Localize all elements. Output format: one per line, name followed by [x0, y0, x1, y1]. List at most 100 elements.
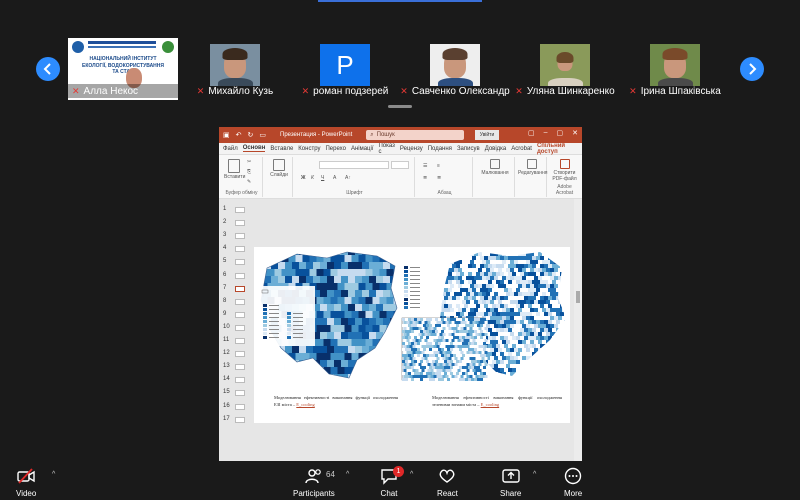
tab-record[interactable]: Записув — [457, 146, 480, 152]
ribbon-display-icon[interactable]: ▢ — [528, 129, 535, 137]
tab-review[interactable]: Рецензу — [400, 146, 423, 152]
numbering-icon[interactable]: ≡ — [437, 163, 440, 169]
slide-thumbnail[interactable]: 3 — [221, 231, 247, 241]
tab-view[interactable]: Подання — [428, 146, 452, 152]
map-cell — [296, 381, 303, 382]
participant-tile-4[interactable]: ✕ Уляна Шинкаренко — [510, 38, 620, 100]
undo-icon[interactable]: ↶ — [236, 131, 242, 139]
tab-help[interactable]: Довідка — [485, 146, 507, 152]
map-cell — [355, 290, 362, 297]
map-cell — [299, 252, 306, 255]
inset-cell — [423, 336, 426, 339]
map-cell — [550, 340, 554, 344]
maximize-icon[interactable]: ▢ — [557, 129, 564, 137]
slide-thumbnail[interactable]: 6 — [221, 271, 247, 281]
inset-cell — [450, 354, 453, 357]
font-color-button[interactable]: A — [333, 175, 336, 181]
inset-cell — [463, 333, 467, 336]
copy-icon[interactable]: ⎘ — [247, 169, 251, 175]
sign-in-button[interactable]: Увійти — [475, 130, 499, 140]
slide-number: 4 — [223, 245, 227, 252]
share-options-caret[interactable]: ^ — [533, 471, 536, 478]
map-cell — [524, 264, 528, 268]
participant-tile-3[interactable]: ✕ Савченко Олександр — [400, 38, 510, 100]
inset-cell — [441, 336, 444, 339]
tab-slideshow[interactable]: Показ с — [378, 143, 394, 155]
map-cell — [514, 348, 518, 352]
drawing-button[interactable]: Малювання — [479, 159, 511, 176]
bold-button[interactable]: Ж — [301, 175, 306, 181]
slide-thumbnail[interactable]: 9 — [221, 310, 247, 320]
search-box[interactable]: ⌕ Пошук — [366, 130, 465, 140]
cut-icon[interactable]: ✂ — [247, 159, 251, 165]
close-icon[interactable]: ✕ — [572, 129, 578, 137]
caption-right: Моделювання ефективності виконання функц… — [432, 395, 562, 409]
scrollbar-thumb[interactable] — [576, 291, 580, 303]
slide-thumbnail[interactable]: 10 — [221, 323, 247, 333]
slide-thumbnail[interactable]: 13 — [221, 362, 247, 372]
editing-button[interactable]: Редагування — [518, 159, 547, 176]
map-cell — [365, 353, 373, 360]
slide-thumbnail[interactable]: 2 — [221, 218, 247, 228]
redo-icon[interactable]: ↻ — [248, 131, 254, 139]
tab-animations[interactable]: Анімації — [351, 146, 374, 152]
gallery-next-button[interactable] — [740, 57, 764, 81]
more-button[interactable]: More — [564, 467, 582, 498]
slide-thumbnail[interactable]: 8 — [221, 297, 247, 307]
save-icon[interactable]: ▣ — [223, 131, 230, 139]
inset-cell — [423, 348, 426, 351]
gallery-resize-handle[interactable] — [388, 105, 412, 108]
tab-acrobat[interactable]: Acrobat — [511, 146, 532, 152]
new-slide-button[interactable]: Слайди — [268, 159, 290, 178]
slide-mini-preview — [235, 285, 245, 292]
share-button[interactable]: Share — [500, 467, 521, 498]
map-cell — [564, 376, 568, 380]
video-button[interactable]: Video — [16, 467, 36, 498]
font-size-increase-button[interactable]: A↑ — [345, 175, 351, 181]
participant-tile-1[interactable]: ✕ Михайло Кузь — [180, 38, 290, 100]
inset-cell — [447, 318, 450, 321]
italic-button[interactable]: К — [311, 175, 314, 181]
inset-cell — [436, 363, 440, 366]
bullets-icon[interactable]: ☰ — [423, 163, 427, 169]
slide-thumbnail[interactable]: 15 — [221, 388, 247, 398]
slide-thumbnail[interactable]: 5 — [221, 257, 247, 267]
participant-tile-0[interactable]: НАЦІОНАЛЬНИЙ ІНСТИТУТ ЕКОЛОГІЇ, ВОДОКОРИ… — [68, 38, 178, 100]
tab-home[interactable]: Основн — [242, 145, 266, 152]
tab-file[interactable]: Файл — [223, 146, 238, 152]
align-center-icon[interactable]: ≣ — [437, 175, 441, 181]
slide-thumbnail[interactable]: 11 — [221, 336, 247, 346]
chat-options-caret[interactable]: ^ — [410, 471, 413, 478]
slide-thumbnail[interactable]: 14 — [221, 375, 247, 385]
slide-thumbnail[interactable]: 17 — [221, 415, 247, 425]
video-options-caret[interactable]: ^ — [52, 471, 55, 478]
slide-thumbnail[interactable]: 12 — [221, 349, 247, 359]
participant-tile-5[interactable]: ✕ Ірина Шпаківська — [620, 38, 730, 100]
slide-thumbnail[interactable]: 1 — [221, 205, 247, 215]
share-access-button[interactable]: Спільний доступ — [537, 143, 576, 155]
minimize-icon[interactable]: – — [544, 129, 548, 137]
gallery-prev-button[interactable] — [36, 57, 60, 81]
paste-button[interactable]: Вставити — [224, 159, 245, 180]
vertical-scrollbar[interactable] — [574, 199, 582, 461]
slide-thumbnail[interactable]: 16 — [221, 402, 247, 412]
legend-line — [293, 325, 303, 326]
inset-cell — [478, 321, 482, 324]
tab-insert[interactable]: Вставле — [270, 146, 293, 152]
participant-tile-2[interactable]: P ✕ роман подзерей — [290, 38, 400, 100]
mic-muted-icon: ✕ — [196, 85, 205, 96]
tab-transitions[interactable]: Перехо — [325, 146, 345, 152]
font-size-select[interactable] — [391, 161, 409, 169]
underline-button[interactable]: Ч — [321, 175, 324, 181]
slide-thumbnail[interactable]: 4 — [221, 244, 247, 254]
format-painter-icon[interactable]: ✎ — [247, 179, 251, 185]
slide-thumbnail[interactable]: 7 — [221, 284, 247, 294]
map-cell — [274, 353, 282, 360]
tab-design[interactable]: Констру — [298, 146, 320, 152]
present-icon[interactable]: ▭ — [259, 131, 266, 139]
align-left-icon[interactable]: ≣ — [423, 175, 427, 181]
react-button[interactable]: React — [437, 467, 458, 498]
create-pdf-button[interactable]: Створити PDF-файл — [550, 159, 579, 182]
participants-options-caret[interactable]: ^ — [346, 471, 349, 478]
font-name-select[interactable] — [319, 161, 389, 169]
